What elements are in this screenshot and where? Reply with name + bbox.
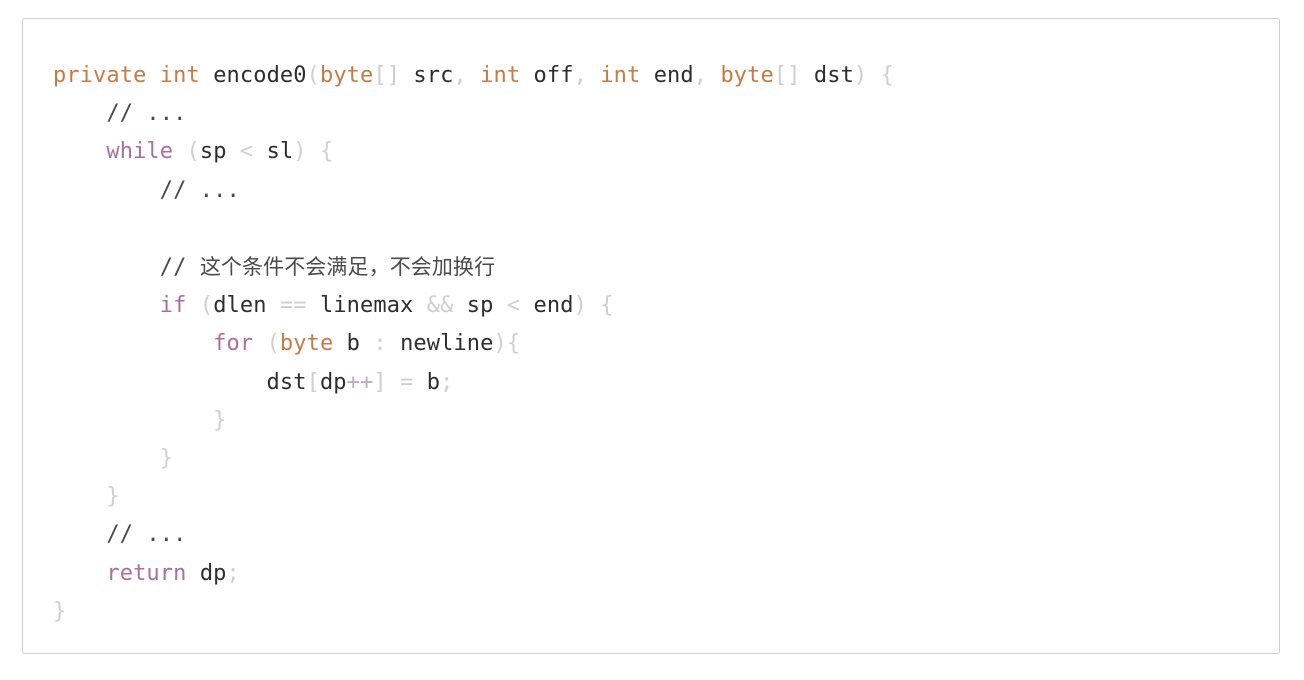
code-token-punc: < (493, 293, 534, 319)
code-line: // ... (53, 95, 1279, 133)
code-token-id (186, 561, 199, 586)
code-token-cmt: // ... (106, 522, 187, 548)
code-token-punc: } (106, 484, 120, 510)
code-token-ctrl: for (213, 331, 254, 357)
code-token-kw: private (53, 63, 147, 88)
code-token-ctrl: if (159, 293, 187, 319)
code-token-id: src (400, 63, 454, 88)
code-token-cmt: // ... (106, 101, 187, 127)
code-token-punc: ; (440, 369, 454, 395)
code-token-punc: : (360, 331, 401, 357)
code-token-id (53, 293, 160, 318)
code-line: ​ (53, 210, 1279, 248)
code-token-cmt: // (159, 255, 200, 281)
code-token-punc: } (159, 446, 174, 472)
code-line: } (53, 440, 1279, 478)
code-token-kw: byte (720, 63, 774, 88)
code-token-punc: ; (226, 560, 240, 586)
code-token-punc: ) { (573, 293, 614, 319)
code-token-cmt: // ... (159, 177, 240, 203)
code-token-kw: int (480, 63, 521, 88)
code-token-punc: ) { (853, 63, 894, 88)
code-token-punc: ){ (493, 331, 521, 357)
code-line: // ... (53, 516, 1279, 554)
code-snippet-card: private int encode0(byte[] src, int off,… (22, 18, 1280, 654)
code-token-id: newline (400, 331, 494, 357)
code-token-cmt-cn: 这个条件不会满足，不会加换行 (199, 255, 496, 280)
code-token-punc: } (213, 407, 227, 433)
code-line: return dp; (53, 555, 1279, 593)
code-line: dst[dp++] = b; (53, 364, 1279, 402)
code-line: // ... (53, 172, 1279, 210)
code-line: } (53, 402, 1279, 440)
code-token-id (53, 408, 213, 433)
code-token-punc: [] (773, 63, 801, 88)
code-token-id: end (640, 63, 694, 88)
code-token-punc: [ (306, 369, 320, 395)
code-token-id (53, 255, 160, 280)
code-token-id: linemax (319, 293, 414, 319)
code-token-ctrl: while (106, 139, 174, 165)
code-token-punc: ] (373, 369, 387, 395)
code-token-id: b (426, 369, 441, 395)
code-token-id: sp (199, 139, 227, 165)
code-token-punc: ( (199, 293, 214, 319)
code-token-id (253, 331, 266, 356)
code-line: while (sp < sl) { (53, 133, 1279, 171)
code-token-punc: } (53, 598, 67, 624)
code-token-id (53, 446, 160, 471)
code-token-punc: , (573, 63, 601, 88)
code-token-punc: , (693, 63, 721, 88)
code-token-id (53, 522, 106, 547)
code-token-id: off (520, 63, 574, 88)
code-token-punc: ( (306, 63, 320, 88)
code-token-kw: int (159, 63, 200, 88)
code-token-id (53, 178, 160, 203)
code-token-punc: && (413, 293, 467, 319)
code-token-kw: int (600, 63, 641, 88)
code-line: } (53, 478, 1279, 516)
code-token-id: encode0 (213, 63, 307, 88)
code-token-id: dst (266, 369, 307, 395)
code-token-id (53, 484, 106, 509)
code-line: private int encode0(byte[] src, int off,… (53, 57, 1279, 95)
code-token-id (173, 139, 186, 164)
code-token-punc: , (453, 63, 481, 88)
code-token-ctrl: return (106, 560, 187, 586)
code-token-id: sl (266, 139, 294, 165)
code-token-id (53, 370, 267, 395)
code-token-id: b (333, 331, 361, 357)
code-token-id: sp (466, 293, 494, 319)
code-token-id (186, 293, 199, 318)
code-token-id (53, 139, 106, 164)
code-token-punc: = (386, 369, 427, 395)
code-token-op: ++ (346, 369, 374, 395)
code-token-id (53, 101, 106, 126)
code-token-kw: byte (319, 63, 374, 88)
code-token-id: dp (199, 560, 227, 586)
code-token-id: dlen (213, 293, 267, 319)
code-line: for (byte b : newline){ (53, 325, 1279, 363)
code-token-punc: < (226, 139, 267, 165)
code-line: if (dlen == linemax && sp < end) { (53, 287, 1279, 325)
code-token-id: dst (800, 63, 854, 88)
code-block[interactable]: private int encode0(byte[] src, int off,… (23, 19, 1279, 631)
code-token-punc: [] (373, 63, 401, 88)
code-token-id: dp (319, 369, 347, 395)
code-token-kw: byte (279, 331, 334, 357)
code-token-id (200, 63, 213, 88)
code-token-id: end (533, 293, 574, 319)
code-token-punc: ) { (293, 139, 334, 165)
code-token-punc: == (266, 293, 320, 319)
code-token-punc: ( (186, 139, 200, 165)
code-line: } (53, 593, 1279, 631)
code-line: // 这个条件不会满足，不会加换行 (53, 248, 1279, 287)
code-token-id (146, 63, 159, 88)
code-token-punc: ( (266, 331, 280, 357)
code-token-id (53, 331, 213, 356)
code-token-id (53, 561, 106, 586)
